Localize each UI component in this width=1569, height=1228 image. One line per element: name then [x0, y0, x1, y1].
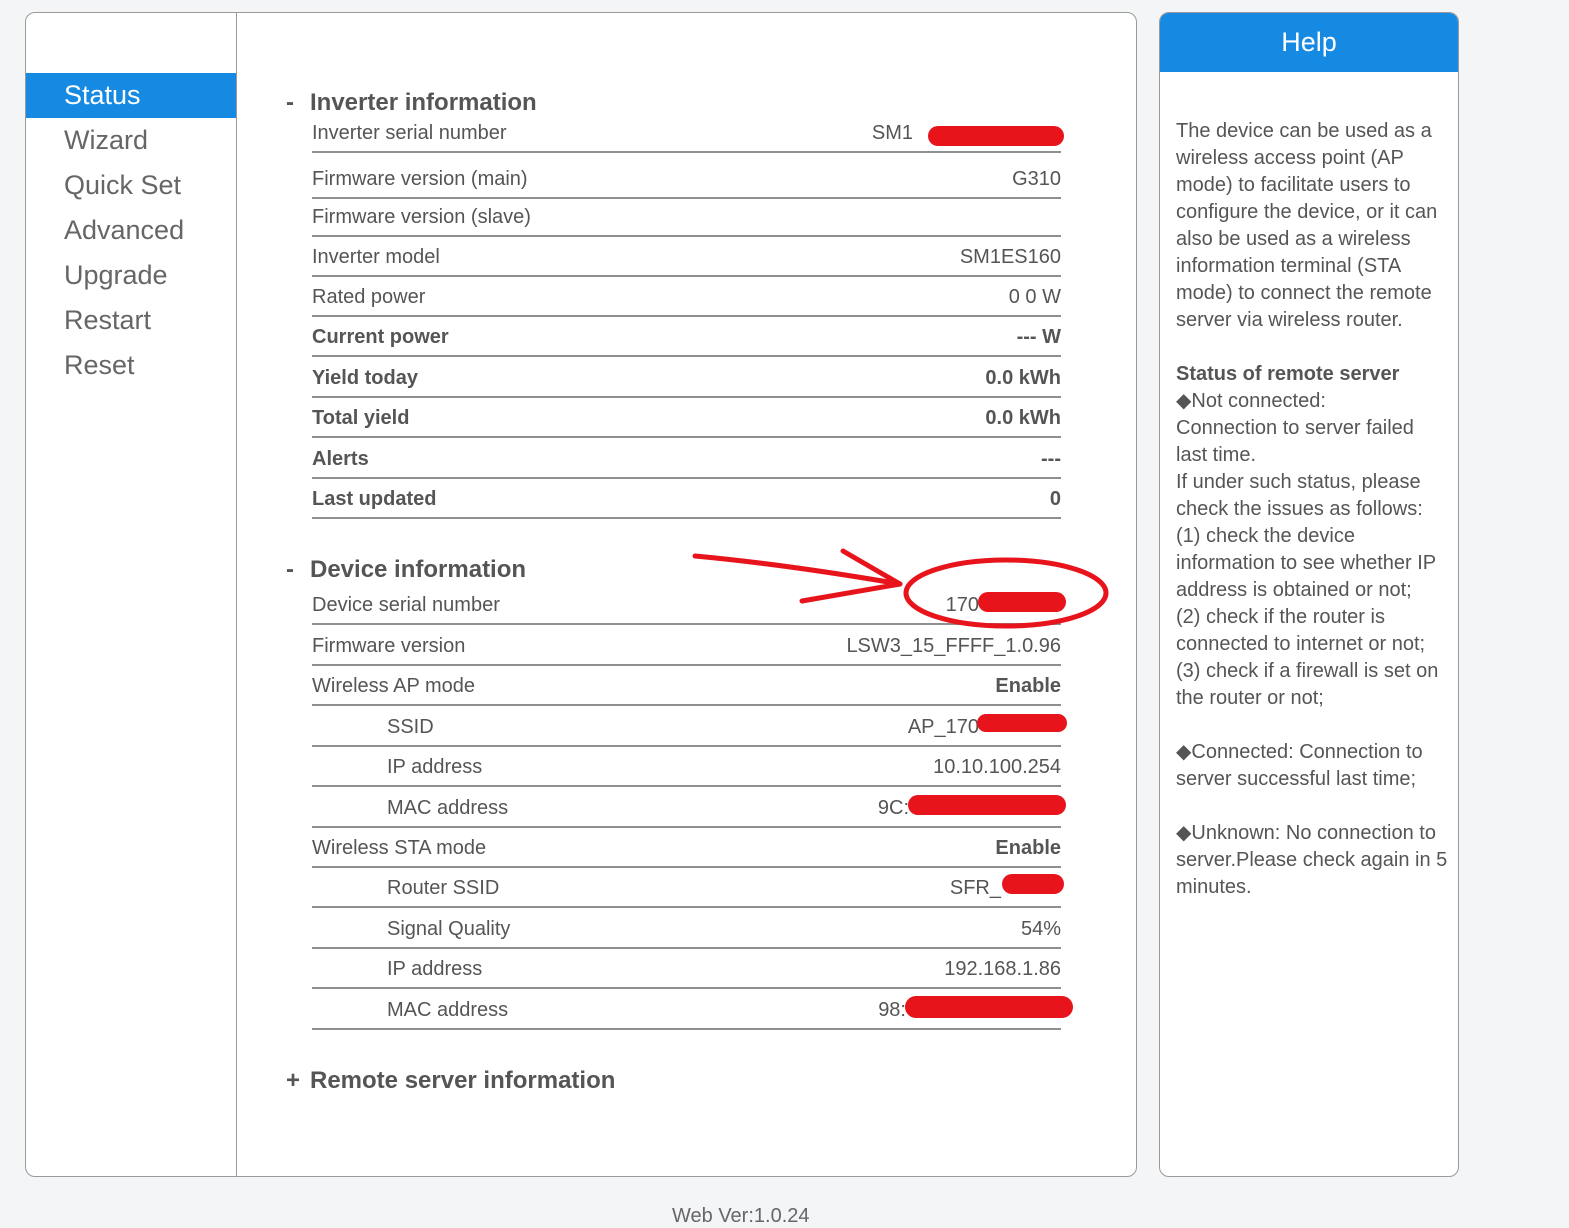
row-value: 0: [1049, 488, 1061, 510]
row-sta-ip: IP address 192.168.1.86: [312, 947, 1061, 989]
row-label: Alerts: [312, 448, 369, 470]
main-panel: Status Wizard Quick Set Advanced Upgrade…: [25, 12, 1137, 1177]
sidebar-item-status[interactable]: Status: [26, 73, 236, 118]
sidebar-item-wizard[interactable]: Wizard: [26, 118, 236, 163]
help-body: The device can be used as a wireless acc…: [1176, 118, 1448, 901]
help-title: Help: [1160, 13, 1458, 72]
sidebar-item-advanced[interactable]: Advanced: [26, 208, 236, 253]
help-line: (1) check the device information to see …: [1176, 525, 1436, 601]
row-label: Wireless AP mode: [312, 675, 476, 697]
row-value: Enable: [995, 675, 1061, 697]
sidebar-item-upgrade[interactable]: Upgrade: [26, 253, 236, 298]
row-value: SFR_: [949, 877, 1001, 899]
row-label: Total yield: [312, 407, 410, 429]
row-label: Wireless STA mode: [312, 837, 487, 859]
row-inverter-model: Inverter model SM1ES160: [312, 235, 1061, 277]
row-current-power: Current power --- W: [312, 315, 1061, 357]
sidebar-item-restart[interactable]: Restart: [26, 298, 236, 343]
row-label: IP address: [387, 958, 483, 980]
collapse-icon: -: [286, 89, 294, 116]
row-label: Firmware version: [312, 635, 466, 657]
row-label: Last updated: [312, 488, 437, 510]
sidebar-nav: Status Wizard Quick Set Advanced Upgrade…: [26, 13, 237, 1176]
row-value: 0.0 kWh: [985, 367, 1061, 389]
section-title-remote: Remote server information: [310, 1067, 616, 1094]
row-label: Firmware version (main): [312, 168, 528, 190]
row-value: SM1: [871, 122, 913, 144]
row-value: --- W: [1016, 326, 1061, 348]
row-ap-mac: MAC address 9C:: [312, 786, 1061, 828]
row-yield-today: Yield today 0.0 kWh: [312, 356, 1061, 398]
help-status-heading: Status of remote server: [1176, 363, 1400, 385]
web-version: Web Ver:1.0.24: [672, 1205, 810, 1227]
row-label: MAC address: [387, 999, 509, 1021]
row-label: Router SSID: [387, 877, 500, 899]
expand-icon: +: [286, 1067, 301, 1094]
row-alerts: Alerts ---: [312, 437, 1061, 479]
row-ap-ip: IP address 10.10.100.254: [312, 745, 1061, 787]
row-value: 9C:: [877, 797, 909, 819]
remote-server-toggle[interactable]: + Remote server information: [286, 1067, 615, 1095]
row-device-firmware: Firmware version LSW3_15_FFFF_1.0.96: [312, 624, 1061, 666]
row-label: Current power: [312, 326, 449, 348]
row-last-updated: Last updated 0: [312, 477, 1061, 519]
row-label: IP address: [387, 756, 483, 778]
row-label: SSID: [387, 716, 434, 738]
help-connected: ◆Connected: Connection to server success…: [1176, 741, 1423, 790]
sidebar-item-quick-set[interactable]: Quick Set: [26, 163, 236, 208]
row-wireless-sta-mode: Wireless STA mode Enable: [312, 826, 1061, 868]
row-value: 192.168.1.86: [944, 958, 1061, 980]
collapse-icon: -: [286, 556, 294, 583]
row-value: AP_170: [907, 716, 979, 738]
row-signal-quality: Signal Quality 54%: [312, 907, 1061, 949]
row-wireless-ap-mode: Wireless AP mode Enable: [312, 664, 1061, 706]
row-value: 10.10.100.254: [933, 756, 1061, 778]
row-device-serial: Device serial number 170: [312, 583, 1061, 625]
help-intro: The device can be used as a wireless acc…: [1176, 120, 1438, 331]
row-router-ssid: Router SSID SFR_: [312, 866, 1061, 908]
row-value: G310: [1012, 168, 1061, 190]
row-label: Yield today: [312, 367, 418, 389]
device-info-toggle[interactable]: - Device information: [286, 556, 526, 584]
row-firmware-main: Firmware version (main) G310: [312, 157, 1061, 199]
row-sta-mac: MAC address 98:: [312, 988, 1061, 1030]
section-title-device: Device information: [310, 556, 527, 583]
help-line: (3) check if a firewall is set on the ro…: [1176, 660, 1439, 709]
row-value: SM1ES160: [959, 246, 1061, 268]
row-value: ---: [1041, 448, 1061, 470]
help-line: If under such status, please check the i…: [1176, 471, 1423, 520]
row-label: Rated power: [312, 286, 426, 308]
row-value: 0 0 W: [1008, 286, 1061, 308]
row-value: 98:: [878, 999, 906, 1021]
row-total-yield: Total yield 0.0 kWh: [312, 396, 1061, 438]
row-label: Device serial number: [312, 594, 500, 616]
row-value: 170: [945, 594, 979, 616]
help-line: (2) check if the router is connected to …: [1176, 606, 1426, 655]
row-label: Inverter model: [312, 246, 440, 268]
sidebar-item-reset[interactable]: Reset: [26, 343, 236, 388]
help-not-connected: ◆Not connected:: [1176, 390, 1326, 412]
help-line: Connection to server failed last time.: [1176, 417, 1414, 466]
row-label: Inverter serial number: [312, 122, 507, 144]
row-value: 0.0 kWh: [985, 407, 1061, 429]
row-firmware-slave: Firmware version (slave): [312, 195, 1061, 237]
status-content: - Inverter information Inverter serial nu…: [286, 13, 1106, 1176]
row-inverter-serial: Inverter serial number SM1: [312, 111, 1061, 153]
help-unknown: ◆Unknown: No connection to server.Please…: [1176, 822, 1448, 898]
help-panel: Help The device can be used as a wireles…: [1159, 12, 1459, 1177]
row-value: Enable: [995, 837, 1061, 859]
row-label: Signal Quality: [387, 918, 511, 940]
row-rated-power: Rated power 0 0 W: [312, 275, 1061, 317]
row-ap-ssid: SSID AP_170: [312, 705, 1061, 747]
row-value: 54%: [1020, 918, 1061, 940]
row-label: MAC address: [387, 797, 509, 819]
row-label: Firmware version (slave): [312, 206, 531, 228]
row-value: LSW3_15_FFFF_1.0.96: [846, 635, 1061, 657]
